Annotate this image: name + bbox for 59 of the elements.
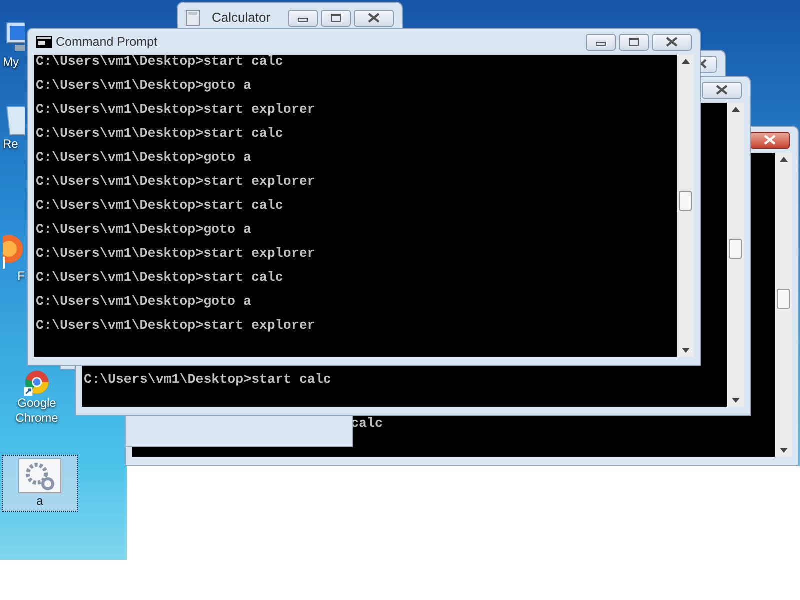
desktop-icon[interactable]: F <box>2 230 26 287</box>
close-button[interactable] <box>750 132 790 148</box>
close-button[interactable] <box>702 82 742 98</box>
console-line: C:\Users\vm1\Desktop>goto a <box>36 151 252 167</box>
scroll-up-icon <box>732 107 740 112</box>
gears-icon <box>18 458 62 494</box>
maximize-icon <box>331 14 341 22</box>
scroll-thumb[interactable] <box>679 191 692 211</box>
minimize-icon <box>298 18 308 22</box>
console-line: C:\Users\vm1\Desktop>start calc <box>36 127 284 143</box>
maximize-button[interactable] <box>619 34 649 50</box>
minimize-icon <box>596 42 606 46</box>
console-line: C:\Users\vm1\Desktop>goto a <box>36 295 252 311</box>
console-line: C:\Users\vm1\Desktop>goto a <box>36 79 252 95</box>
console-line: C:\Users\vm1\Desktop>start explorer <box>36 247 316 263</box>
calculator-icon <box>186 10 200 26</box>
icon-label: Re <box>3 137 18 152</box>
close-icon <box>764 135 776 145</box>
maximize-button[interactable] <box>321 10 351 26</box>
icon-label: My <box>3 55 19 70</box>
maximize-icon <box>629 38 639 46</box>
window-title: Command Prompt <box>56 34 158 51</box>
console-line: C:\Users\vm1\Desktop>goto a <box>36 223 252 239</box>
scroll-down-icon <box>682 348 690 353</box>
console-line: C:\Users\vm1\Desktop>start calc <box>36 271 284 287</box>
scrollbar[interactable] <box>727 103 744 407</box>
scrollbar[interactable] <box>775 153 792 457</box>
close-icon <box>666 37 678 47</box>
desktop-icon[interactable]: a <box>2 455 78 512</box>
desktop-icon[interactable]: Re <box>2 100 26 155</box>
console-icon <box>36 36 52 48</box>
minimize-button[interactable] <box>288 10 318 26</box>
icon-label: F <box>18 269 25 284</box>
console-line: C:\Users\vm1\Desktop>start explorer <box>36 103 316 119</box>
console-line: C:\Users\vm1\Desktop>start calc <box>36 199 284 215</box>
scroll-down-icon <box>780 448 788 453</box>
close-button[interactable] <box>354 10 394 26</box>
chrome-icon <box>24 370 50 396</box>
close-button[interactable] <box>701 56 717 72</box>
console-line: C:\Users\vm1\Desktop>start explorer <box>36 319 316 335</box>
icon-label: Google Chrome <box>14 396 60 426</box>
scroll-thumb[interactable] <box>729 239 742 259</box>
console-line: C:\Users\vm1\Desktop>start calc <box>36 55 284 71</box>
window-title: Calculator <box>212 9 272 28</box>
scroll-up-icon <box>780 157 788 162</box>
scroll-thumb[interactable] <box>777 289 790 309</box>
close-button[interactable] <box>652 34 692 50</box>
desktop-icon[interactable]: Google Chrome <box>2 367 72 429</box>
scroll-up-icon <box>682 59 690 64</box>
close-icon <box>716 85 728 95</box>
close-icon <box>701 59 708 69</box>
minimize-button[interactable] <box>586 34 616 50</box>
console-line: C:\Users\vm1\Desktop>start explorer <box>36 175 316 191</box>
console-line: C:\Users\vm1\Desktop>start calc <box>84 373 332 389</box>
icon-label: a <box>36 494 44 509</box>
scrollbar[interactable] <box>677 55 694 357</box>
console-line: calc <box>351 417 384 433</box>
scroll-down-icon <box>732 398 740 403</box>
close-icon <box>368 13 380 23</box>
